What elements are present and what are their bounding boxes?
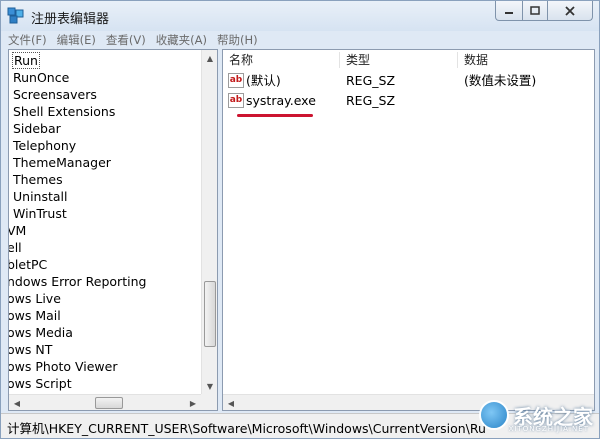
menu-edit[interactable]: 编辑(E) (52, 32, 101, 48)
scroll-left-arrow-icon[interactable]: ◀ (223, 395, 239, 410)
string-value-icon: ab (228, 93, 244, 108)
window-title: 注册表编辑器 (31, 12, 110, 27)
tree-item[interactable]: ndows Error Reporting (9, 273, 147, 290)
tree-item[interactable]: WinTrust (12, 205, 68, 222)
string-value-icon: ab (228, 73, 244, 88)
registry-editor-icon (7, 7, 24, 24)
value-name: systray.exe (246, 93, 316, 108)
tree-item[interactable]: Shell Extensions (12, 103, 116, 120)
tree-item[interactable]: Run (12, 52, 40, 69)
list-item[interactable]: ab (默认) REG_SZ (数值未设置) (223, 71, 594, 91)
menu-view[interactable]: 查看(V) (101, 32, 151, 48)
tree-item[interactable]: RunOnce (12, 69, 70, 86)
close-button[interactable] (547, 1, 593, 21)
menu-bar: 文件(F) 编辑(E) 查看(V) 收藏夹(A) 帮助(H) (3, 31, 597, 49)
tree-vertical-scrollbar[interactable]: ▲ ▼ (201, 50, 217, 394)
column-header-data[interactable]: 数据 (464, 51, 488, 69)
menu-help[interactable]: 帮助(H) (212, 32, 263, 48)
minimize-icon (505, 11, 513, 14)
registry-values-list[interactable]: 名称 类型 数据 ab (默认) REG_SZ (数值未设置) ab systr… (222, 49, 595, 411)
scroll-thumb[interactable] (204, 281, 216, 347)
tree-item[interactable]: Uninstall (12, 188, 69, 205)
column-divider[interactable] (339, 52, 340, 68)
value-name: (默认) (246, 73, 281, 88)
tree-item[interactable]: ows NT (9, 341, 53, 358)
tree-item[interactable]: Telephony (12, 137, 77, 154)
minimize-button[interactable] (495, 1, 523, 21)
tree-item[interactable]: Themes (12, 171, 64, 188)
tree-item[interactable]: bletPC (9, 256, 48, 273)
tree-horizontal-scrollbar[interactable]: ◀ ▶ (9, 394, 201, 410)
value-data: (数值未设置) (464, 73, 537, 88)
column-header-name[interactable]: 名称 (229, 51, 253, 69)
menu-file[interactable]: 文件(F) (3, 32, 52, 48)
tree-item[interactable]: ows Live (9, 290, 62, 307)
menu-favorites[interactable]: 收藏夹(A) (151, 32, 212, 48)
scroll-down-arrow-icon[interactable]: ▼ (202, 378, 217, 394)
tree-item[interactable]: ThemeManager (12, 154, 112, 171)
tree-item[interactable]: VM (9, 222, 27, 239)
highlight-underline (237, 114, 313, 117)
watermark-subtext: XITONGZHIJIA.NET (508, 425, 589, 433)
registry-editor-window: 注册表编辑器 文件(F) 编辑(E) 查看(V) 收藏夹(A) 帮助(H) Ru… (0, 0, 600, 439)
maximize-button[interactable] (522, 1, 548, 21)
column-divider[interactable] (457, 52, 458, 68)
registry-key-tree[interactable]: Run RunOnce Screensavers Shell Extension… (8, 49, 218, 411)
scroll-thumb[interactable] (95, 397, 123, 409)
scroll-up-arrow-icon[interactable]: ▲ (202, 50, 217, 66)
value-type: REG_SZ (346, 93, 396, 108)
value-type: REG_SZ (346, 73, 396, 88)
tree-item[interactable]: ows Script (9, 375, 73, 392)
tree-item[interactable]: Screensavers (12, 86, 98, 103)
title-bar[interactable]: 注册表编辑器 (1, 1, 599, 31)
scroll-right-arrow-icon[interactable]: ▶ (185, 395, 201, 410)
scrollbar-corner (201, 394, 217, 410)
column-header-type[interactable]: 类型 (346, 51, 370, 69)
tree-item[interactable]: ows Mail (9, 307, 62, 324)
tree-item[interactable]: ows Media (9, 324, 74, 341)
watermark-logo-icon (479, 400, 509, 430)
tree-item[interactable]: ell (9, 239, 23, 256)
tree-item[interactable]: ows Photo Viewer (9, 358, 118, 375)
close-icon (565, 5, 575, 16)
tree-item[interactable]: Sidebar (12, 120, 62, 137)
maximize-icon (530, 5, 540, 15)
scroll-left-arrow-icon[interactable]: ◀ (9, 395, 25, 410)
list-item[interactable]: ab systray.exe REG_SZ (223, 91, 594, 111)
status-path: 计算机\HKEY_CURRENT_USER\Software\Microsoft… (7, 421, 486, 436)
